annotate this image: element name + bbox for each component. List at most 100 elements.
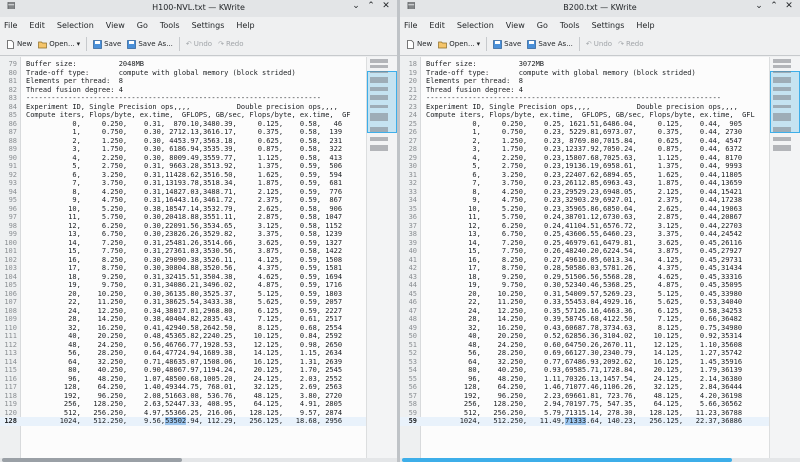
maximize-icon[interactable]: ⌃: [364, 1, 378, 11]
save-as-button[interactable]: Save As...: [127, 39, 173, 49]
line-text[interactable]: 5, 2.750, 0.23,19136.19,6958.61, 1.375, …: [426, 162, 742, 171]
line-text[interactable]: 15, 7.750, 0.26,48240.20,6224.54, 3.875,…: [426, 247, 742, 256]
line-text[interactable]: 7, 3.750, 0.23,26112.85,6963.43, 1.875, …: [426, 179, 742, 188]
text-line[interactable]: 79 Buffer size: 2048MB: [0, 60, 397, 69]
text-line[interactable]: 28 3, 1.750, 0.23,12337.92,7050.24, 0.87…: [400, 145, 800, 154]
menu-tools[interactable]: Tools: [560, 21, 580, 30]
line-text[interactable]: 20, 10.250, 0.31,54009.57,5269.23, 5.125…: [426, 290, 742, 299]
line-text[interactable]: 18, 9.250, 0.31,32415.51,3504.38, 4.625,…: [26, 273, 342, 282]
line-text[interactable]: 1, 0.750, 0.30, 2712.13,3616.17, 0.375, …: [26, 128, 342, 137]
text-line[interactable]: 33 8, 4.250, 0.23,29529.23,6948.05, 2.12…: [400, 188, 800, 197]
text-line[interactable]: 49 32, 16.250, 0.43,60687.78,3734.63, 8.…: [400, 324, 800, 333]
text-line[interactable]: 105 19, 9.750, 0.31,34086.21,3496.02, 4.…: [0, 281, 397, 290]
text-line[interactable]: 88 2, 1.250, 0.30, 4453.97,3563.18, 0.62…: [0, 137, 397, 146]
line-text[interactable]: 1, 0.750, 0.23, 5229.81,6973.07, 0.375, …: [426, 128, 742, 137]
text-editor[interactable]: 79 Buffer size: 2048MB 80 Trade-off type: c…: [0, 57, 397, 462]
text-line[interactable]: 116 96, 48.250, 1.07,48500.68,1005.20, 2…: [0, 375, 397, 384]
menu-file[interactable]: File: [404, 21, 417, 30]
menu-view[interactable]: View: [506, 21, 525, 30]
text-line[interactable]: 56 128, 64.250, 1.46,71077.46,1106.26, 3…: [400, 383, 800, 392]
line-text[interactable]: 8, 4.250, 0.31,14827.03,3488.71, 2.125, …: [26, 188, 342, 197]
minimize-icon[interactable]: ⌄: [349, 1, 363, 11]
line-text[interactable]: Trade-off type: compute with global memo…: [26, 69, 296, 78]
new-button[interactable]: New: [6, 39, 32, 49]
open-button[interactable]: Open... ▾: [438, 40, 480, 49]
text-line[interactable]: 44 19, 9.750, 0.30,52340.46,5368.25, 4.8…: [400, 281, 800, 290]
line-text[interactable]: 0, 0.250, 0.25, 1621.51,6486.04, 0.125, …: [426, 120, 742, 129]
line-text[interactable]: 48, 24.250, 0.56,46766.77,1928.53, 12.12…: [26, 341, 342, 350]
line-text[interactable]: 9, 4.750, 0.31,16443.16,3461.72, 2.375, …: [26, 196, 342, 205]
line-text[interactable]: 64, 32.250, 0.77,67486.93,2092.62, 16.12…: [426, 358, 742, 367]
text-line[interactable]: 99 13, 6.750, 0.30,23826.26,3529.82, 3.3…: [0, 230, 397, 239]
line-text[interactable]: 96, 48.250, 1.11,70326.13,1457.54, 24.12…: [426, 375, 742, 384]
line-text[interactable]: 512, 256.250, 5.79,71315.14, 278.30, 128…: [426, 409, 742, 418]
text-line[interactable]: 112 48, 24.250, 0.56,46766.77,1928.53, 1…: [0, 341, 397, 350]
line-text[interactable]: Experiment ID, Single Precision ops,,,, …: [26, 103, 338, 112]
line-text[interactable]: Elements per thread: 8: [26, 77, 123, 86]
text-line[interactable]: 52 56, 28.250, 0.69,66127.30,2340.79, 14…: [400, 349, 800, 358]
line-text[interactable]: 17, 8.750, 0.28,50586.03,5781.26, 4.375,…: [426, 264, 742, 273]
line-text[interactable]: 16, 8.250, 0.27,49610.05,6013.34, 4.125,…: [426, 256, 742, 265]
text-line[interactable]: 21 Thread fusion degree: 4: [400, 86, 800, 95]
text-line[interactable]: 92 6, 3.250, 0.31,11428.62,3516.50, 1.62…: [0, 171, 397, 180]
text-line[interactable]: 90 4, 2.250, 0.30, 8009.49,3559.77, 1.12…: [0, 154, 397, 163]
menu-selection[interactable]: Selection: [457, 21, 494, 30]
text-line[interactable]: 94 8, 4.250, 0.31,14827.03,3488.71, 2.12…: [0, 188, 397, 197]
text-line[interactable]: 82 Thread fusion degree: 4: [0, 86, 397, 95]
line-text[interactable]: 64, 32.250, 0.71,48635.07,1508.06, 16.12…: [26, 358, 342, 367]
close-icon[interactable]: ✕: [379, 1, 393, 11]
line-text[interactable]: ----------------------------------------…: [426, 94, 721, 103]
text-line[interactable]: 96 10, 5.250, 0.38,18547.14,3532.79, 2.6…: [0, 205, 397, 214]
text-line[interactable]: 104 18, 9.250, 0.31,32415.51,3504.38, 4.…: [0, 273, 397, 282]
undo-button[interactable]: ↶ Undo: [186, 40, 212, 48]
text-line[interactable]: 51 48, 24.250, 0.60,64750.26,2670.11, 12…: [400, 341, 800, 350]
text-line[interactable]: 109 28, 14.250, 0.38,40404.82,2835.43, 7…: [0, 315, 397, 324]
line-text[interactable]: 3, 1.750, 0.23,12337.92,7050.24, 0.875, …: [426, 145, 742, 154]
line-text[interactable]: 256, 128.250, 2.63,52447.33, 408.95, 64.…: [26, 400, 342, 409]
line-text[interactable]: 13, 6.750, 0.30,23826.26,3529.82, 3.375,…: [26, 230, 342, 239]
line-text[interactable]: 18, 9.250, 0.29,51506.56,5568.28, 4.625,…: [426, 273, 742, 282]
text-line[interactable]: 84 Experiment ID, Single Precision ops,,,…: [0, 103, 397, 112]
line-text[interactable]: 10, 5.250, 0.38,18547.14,3532.79, 2.625,…: [26, 205, 342, 214]
scrollbar-thumb[interactable]: [2, 458, 182, 462]
text-line[interactable]: 18 Buffer size: 3072MB: [400, 60, 800, 69]
dropdown-arrow-icon[interactable]: ▾: [477, 40, 481, 48]
text-line[interactable]: 42 17, 8.750, 0.28,50586.03,5781.26, 4.3…: [400, 264, 800, 273]
menu-selection[interactable]: Selection: [57, 21, 94, 30]
text-line[interactable]: 31 6, 3.250, 0.23,22407.62,6894.65, 1.62…: [400, 171, 800, 180]
text-line[interactable]: 117 128, 64.250, 1.40,49344.75, 768.01, …: [0, 383, 397, 392]
line-text[interactable]: 4, 2.250, 0.23,15807.68,7025.63, 1.125, …: [426, 154, 742, 163]
text-line[interactable]: 107 22, 11.250, 0.31,38625.54,3433.38, 5…: [0, 298, 397, 307]
text-line[interactable]: 26 1, 0.750, 0.23, 5229.81,6973.07, 0.37…: [400, 128, 800, 137]
line-text[interactable]: 1024, 512.250, 9.56,53502.94, 112.29, 25…: [26, 417, 342, 426]
text-line[interactable]: 34 9, 4.750, 0.23,32903.29,6927.01, 2.37…: [400, 196, 800, 205]
text-line[interactable]: 85 Compute iters, Flops/byte, ex.time, GF…: [0, 111, 397, 120]
line-text[interactable]: 12, 6.250, 0.24,41104.51,6576.72, 3.125,…: [426, 222, 742, 231]
text-line[interactable]: 24 Compute iters, Flops/byte, ex.time, GF…: [400, 111, 800, 120]
line-text[interactable]: 28, 14.250, 0.38,40404.82,2835.43, 7.125…: [26, 315, 342, 324]
line-text[interactable]: Buffer size: 2048MB: [26, 60, 144, 69]
text-line[interactable]: 83 --------------------------------------…: [0, 94, 397, 103]
line-text[interactable]: 48, 24.250, 0.60,64750.26,2670.11, 12.12…: [426, 341, 742, 350]
line-text[interactable]: 14, 7.250, 0.31,25481.26,3514.66, 3.625,…: [26, 239, 342, 248]
text-line[interactable]: 54 80, 40.250, 0.93,69585.71,1728.84, 20…: [400, 366, 800, 375]
close-icon[interactable]: ✕: [782, 1, 796, 11]
line-text[interactable]: 24, 12.250, 0.35,57126.16,4663.36, 6.125…: [426, 307, 742, 316]
text-line[interactable]: 100 14, 7.250, 0.31,25481.26,3514.66, 3.…: [0, 239, 397, 248]
text-line[interactable]: 39 14, 7.250, 0.25,46979.61,6479.81, 3.6…: [400, 239, 800, 248]
text-line[interactable]: 97 11, 5.750, 0.30,20418.88,3551.11, 2.8…: [0, 213, 397, 222]
line-text[interactable]: 56, 28.250, 0.69,66127.30,2340.79, 14.12…: [426, 349, 742, 358]
title-bar[interactable]: ▤ H100-NVL.txt — KWrite ⌄ ⌃ ✕: [0, 0, 397, 17]
text-line[interactable]: 25 0, 0.250, 0.25, 1621.51,6486.04, 0.12…: [400, 120, 800, 129]
text-line[interactable]: 91 5, 2.750, 0.31, 9663.28,3513.92, 1.37…: [0, 162, 397, 171]
menu-settings[interactable]: Settings: [592, 21, 625, 30]
text-line[interactable]: 118 192, 96.250, 2.08,51663.08, 536.76, …: [0, 392, 397, 401]
line-text[interactable]: 16, 8.250, 0.30,29090.38,3526.11, 4.125,…: [26, 256, 342, 265]
text-line[interactable]: 40 15, 7.750, 0.26,48240.20,6224.54, 3.8…: [400, 247, 800, 256]
line-text[interactable]: 12, 6.250, 0.30,22091.56,3534.65, 3.125,…: [26, 222, 342, 231]
text-line[interactable]: 108 24, 12.250, 0.34,38017.01,2968.80, 6…: [0, 307, 397, 316]
line-text[interactable]: 80, 40.250, 0.93,69585.71,1728.84, 20.12…: [426, 366, 742, 375]
minimap-scrollbar[interactable]: [769, 57, 800, 462]
text-line[interactable]: 115 80, 40.250, 0.90,48067.97,1194.24, 2…: [0, 366, 397, 375]
menu-file[interactable]: File: [4, 21, 17, 30]
